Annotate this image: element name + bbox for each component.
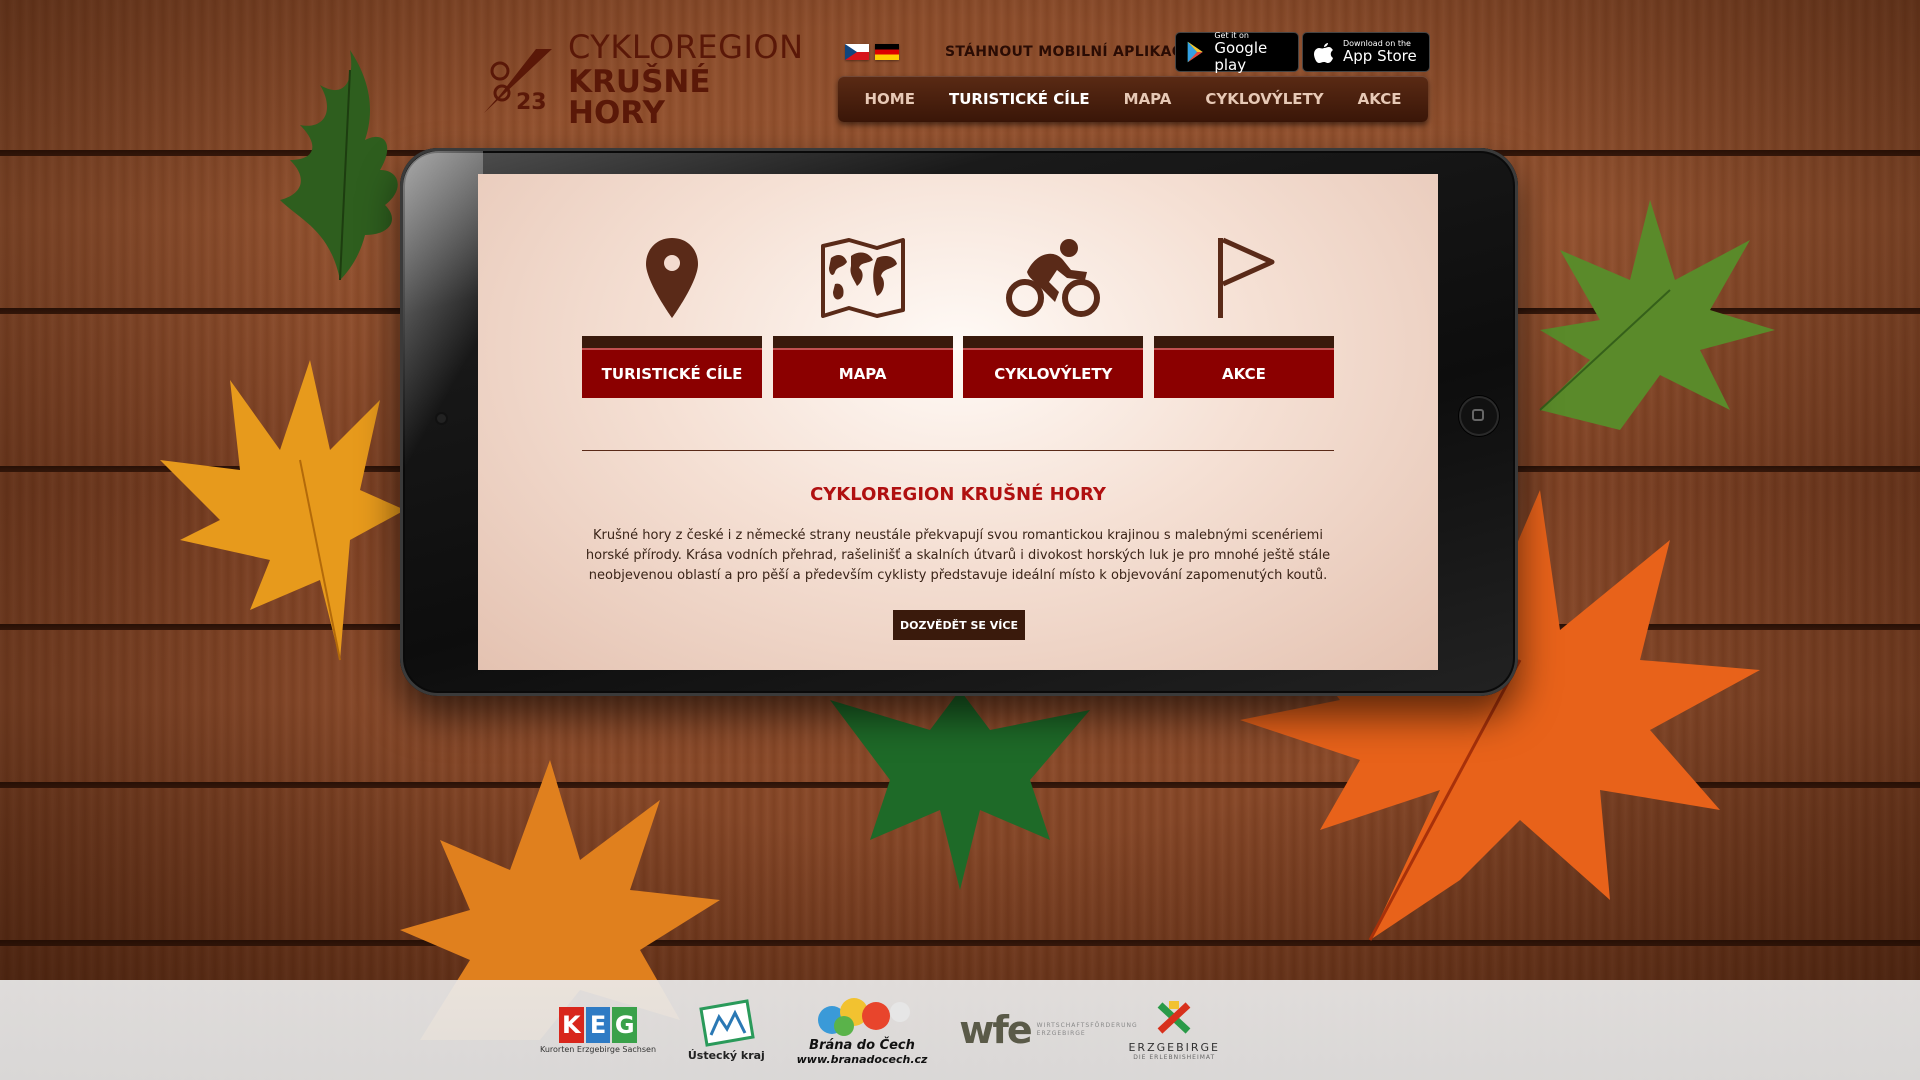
- logo-number: 23: [516, 90, 547, 115]
- erzgebirge-sub: DIE ERLEBNISHEIMAT: [1133, 1054, 1216, 1061]
- learn-more-button[interactable]: DOZVĚDĚT SE VÍCE: [893, 610, 1025, 640]
- google-play-big: Google play: [1214, 39, 1268, 74]
- brana-do-cech-url: www.branadocech.cz: [796, 1053, 928, 1066]
- app-store-button[interactable]: Download on the App Store: [1302, 32, 1430, 72]
- keg-logo: K E G: [559, 1006, 638, 1043]
- green-leaf-bottom-decoration: [830, 690, 1090, 890]
- tablet-home-button[interactable]: [1459, 396, 1499, 436]
- card-label: MAPA: [772, 348, 953, 398]
- card-akce[interactable]: AKCE: [1153, 234, 1334, 398]
- tablet-glare: [403, 151, 483, 471]
- nav-cyklovylety[interactable]: CYKLOVÝLETY: [1205, 90, 1323, 108]
- partner-brana-do-cech[interactable]: Brána do Čech www.branadocech.cz: [796, 994, 928, 1066]
- logo-title-line2: KRUŠNÉ HORY: [568, 64, 711, 131]
- card-label: AKCE: [1153, 348, 1334, 398]
- section-divider: [582, 450, 1334, 451]
- wfe-caption: WIRTSCHAFTSFÖRDERUNG ERZGEBIRGE: [1036, 1022, 1138, 1037]
- google-play-icon: [1187, 41, 1203, 63]
- brana-do-cech-label: Brána do Čech: [809, 1038, 915, 1053]
- card-mapa[interactable]: MAPA: [772, 234, 953, 398]
- partner-erzgebirge[interactable]: ERZGEBIRGE DIE ERLEBNISHEIMAT: [1128, 999, 1220, 1061]
- tablet-screen: TURISTICKÉ CÍLE MAPA CYKLOVÝLETY AKCE CY…: [478, 174, 1438, 670]
- card-bar: [1153, 336, 1334, 348]
- yellow-maple-leaf-decoration: [160, 360, 405, 661]
- flag-icon: [1217, 237, 1275, 318]
- download-app-label: STÁHNOUT MOBILNÍ APLIKACI: [945, 44, 1188, 60]
- keg-letter-e: E: [585, 1006, 611, 1043]
- apple-icon: [1314, 43, 1333, 63]
- intro-text: Krušné hory z české i z německé strany n…: [585, 528, 1331, 583]
- card-turisticke-cile[interactable]: TURISTICKÉ CÍLE: [582, 234, 762, 398]
- cz-flag-icon[interactable]: [845, 44, 869, 60]
- keg-letter-g: G: [612, 1006, 638, 1043]
- partner-wfe[interactable]: wfe WIRTSCHAFTSFÖRDERUNG ERZGEBIRGE: [959, 1008, 1138, 1052]
- card-bar: [582, 336, 762, 348]
- de-flag-icon[interactable]: [875, 44, 899, 60]
- tablet-camera: [437, 414, 446, 423]
- cyclist-icon: [1006, 239, 1101, 317]
- google-play-button[interactable]: Get it on Google play: [1175, 31, 1299, 74]
- partner-keg[interactable]: K E G Kurorten Erzgebirge Sachsen: [540, 1006, 657, 1054]
- erzgebirge-icon: [1157, 1001, 1191, 1034]
- category-cards: TURISTICKÉ CÍLE MAPA CYKLOVÝLETY AKCE: [582, 234, 1334, 398]
- keg-caption: Kurorten Erzgebirge Sachsen: [540, 1044, 657, 1054]
- tablet-frame: TURISTICKÉ CÍLE MAPA CYKLOVÝLETY AKCE CY…: [400, 148, 1518, 696]
- site-logo[interactable]: 23 CYKLOREGION KRUŠNÉ HORY: [480, 31, 803, 129]
- map-pin-icon: [646, 238, 698, 318]
- logo-wheel-icon: 23: [484, 49, 552, 115]
- card-cyklovylety[interactable]: CYKLOVÝLETY: [963, 234, 1144, 398]
- main-navigation: HOME TURISTICKÉ CÍLE MAPA CYKLOVÝLETY AK…: [838, 76, 1428, 122]
- logo-title-line1: CYKLOREGION: [568, 28, 804, 66]
- logo-mark: 23: [480, 41, 558, 119]
- brana-do-cech-icon: [818, 998, 911, 1036]
- nav-mapa[interactable]: MAPA: [1124, 90, 1172, 108]
- partner-ustecky-kraj[interactable]: Ústecký kraj: [687, 998, 765, 1062]
- world-map-icon: [820, 238, 905, 318]
- nav-home[interactable]: HOME: [865, 90, 915, 108]
- green-maple-leaf-decoration: [1539, 200, 1775, 430]
- card-label: CYKLOVÝLETY: [963, 348, 1144, 398]
- nav-akce[interactable]: AKCE: [1358, 90, 1402, 108]
- ustecky-kraj-label: Ústecký kraj: [687, 1048, 765, 1062]
- language-switcher: [845, 44, 899, 60]
- card-bar: [963, 336, 1144, 348]
- wfe-logo: wfe: [959, 1008, 1032, 1052]
- intro-title: CYKLOREGION KRUŠNÉ HORY: [810, 484, 1106, 505]
- erzgebirge-label: ERZGEBIRGE: [1128, 1041, 1220, 1054]
- nav-turisticke-cile[interactable]: TURISTICKÉ CÍLE: [949, 90, 1090, 108]
- keg-letter-k: K: [559, 1006, 584, 1043]
- partners-footer: K E G Kurorten Erzgebirge Sachsen Ústeck…: [0, 980, 1920, 1080]
- app-store-big: App Store: [1343, 47, 1417, 66]
- ustecky-kraj-icon: [699, 998, 756, 1047]
- card-label: TURISTICKÉ CÍLE: [582, 348, 762, 398]
- card-bar: [772, 336, 953, 348]
